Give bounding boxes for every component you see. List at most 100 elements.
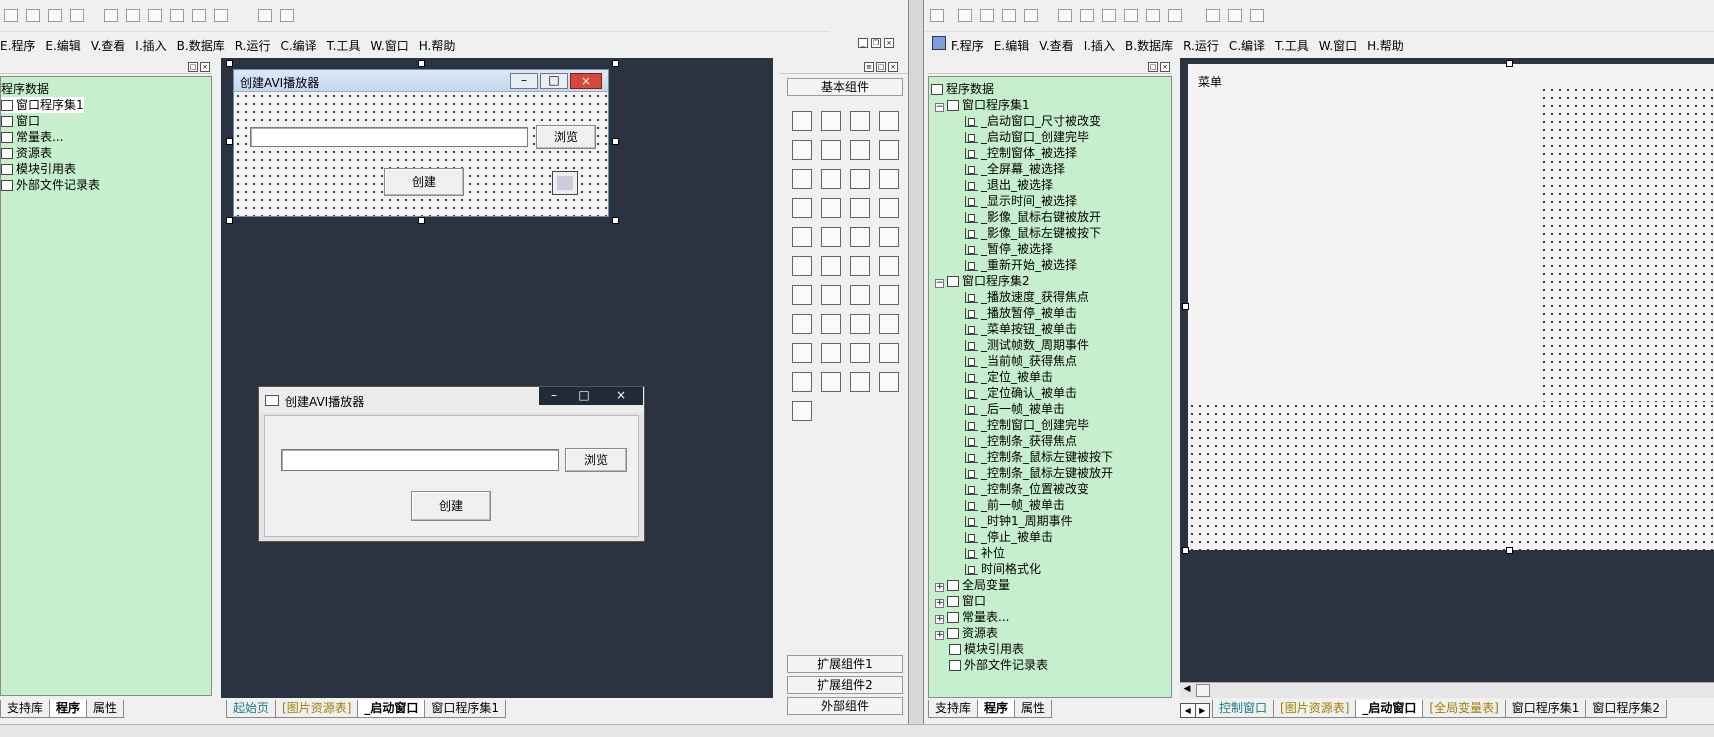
pointer-icon[interactable] bbox=[792, 111, 812, 131]
component-icon[interactable] bbox=[850, 285, 870, 305]
menu-window[interactable]: W.窗口 bbox=[1319, 37, 1357, 54]
component-icon[interactable] bbox=[792, 256, 812, 276]
resize-handle[interactable] bbox=[226, 60, 233, 67]
restore-icon[interactable]: □ bbox=[876, 62, 886, 72]
component-icon[interactable] bbox=[792, 140, 812, 160]
component-icon[interactable] bbox=[879, 111, 899, 131]
resize-handle[interactable] bbox=[418, 217, 425, 224]
pin-icon[interactable]: □ bbox=[188, 62, 198, 72]
toolbar-icon[interactable] bbox=[980, 9, 994, 22]
component-icon[interactable] bbox=[792, 227, 812, 247]
tab-control-window[interactable]: 控制窗口 bbox=[1212, 700, 1275, 718]
maximize-icon[interactable]: □ bbox=[569, 387, 599, 405]
maximize-icon[interactable]: □ bbox=[540, 73, 568, 89]
scroll-left-icon[interactable]: ◀ bbox=[1180, 684, 1194, 697]
component-icon[interactable] bbox=[879, 372, 899, 392]
palette-basic-header[interactable]: 基本组件 bbox=[787, 78, 903, 96]
scroll-left-icon[interactable]: ◀ bbox=[1181, 704, 1196, 717]
tree-item-event[interactable]: _当前帧_获得焦点 bbox=[965, 353, 1077, 369]
component-icon[interactable] bbox=[821, 198, 841, 218]
tree-item-window-set1[interactable]: 窗口程序集1 bbox=[1, 97, 84, 113]
close-icon[interactable]: × bbox=[599, 387, 643, 405]
toolbar-icon[interactable] bbox=[1102, 9, 1116, 22]
menu-view[interactable]: V.查看 bbox=[1039, 37, 1073, 54]
tree-item-module-refs[interactable]: 模块引用表 bbox=[949, 641, 1024, 657]
tree-item-constants[interactable]: + 常量表... bbox=[935, 609, 1009, 625]
resize-handle[interactable] bbox=[226, 138, 233, 145]
toolbar-icon[interactable] bbox=[258, 9, 272, 22]
tab-window-set1[interactable]: 窗口程序集1 bbox=[1504, 700, 1587, 718]
tree-item-event[interactable]: _控制条_位置被改变 bbox=[965, 481, 1089, 497]
menu-database[interactable]: B.数据库 bbox=[1125, 37, 1173, 54]
tree-item-event[interactable]: _菜单按钮_被单击 bbox=[965, 321, 1077, 337]
menu-help[interactable]: H.帮助 bbox=[1367, 37, 1404, 54]
tree-item-window-set1[interactable]: − 窗口程序集1 bbox=[935, 97, 1030, 113]
toolbar-icon[interactable] bbox=[104, 9, 118, 22]
resize-handle[interactable] bbox=[1182, 547, 1189, 554]
palette-group-external[interactable]: 外部组件 bbox=[787, 697, 903, 715]
tree-item-window-set2[interactable]: − 窗口程序集2 bbox=[935, 273, 1030, 289]
close-icon[interactable]: × bbox=[570, 73, 602, 89]
component-icon[interactable] bbox=[879, 314, 899, 334]
menu-database[interactable]: B.数据库 bbox=[177, 37, 225, 54]
minimize-icon[interactable]: – bbox=[510, 73, 538, 89]
menu-insert[interactable]: I.插入 bbox=[1084, 37, 1115, 54]
menu-help[interactable]: H.帮助 bbox=[419, 37, 456, 54]
resize-handle[interactable] bbox=[418, 60, 425, 67]
tree-item-event[interactable]: _影像_鼠标右键被放开 bbox=[965, 209, 1101, 225]
menu-tools[interactable]: T.工具 bbox=[327, 37, 361, 54]
resize-handle[interactable] bbox=[1506, 547, 1513, 554]
component-icon[interactable] bbox=[792, 401, 812, 421]
toolbar-icon[interactable] bbox=[1168, 9, 1182, 22]
component-icon[interactable] bbox=[850, 227, 870, 247]
tree-item-event[interactable]: _测试帧数_周期事件 bbox=[965, 337, 1089, 353]
menu-program[interactable]: E.程序 bbox=[0, 37, 35, 54]
restore-icon[interactable]: ❐ bbox=[871, 38, 881, 48]
expand-icon[interactable]: + bbox=[935, 615, 944, 624]
tab-properties[interactable]: 属性 bbox=[1014, 700, 1053, 718]
close-icon[interactable]: × bbox=[200, 62, 210, 72]
resize-handle[interactable] bbox=[1506, 60, 1513, 67]
component-icon[interactable] bbox=[879, 169, 899, 189]
tree-item-event[interactable]: _定位_被单击 bbox=[965, 369, 1053, 385]
collapse-icon[interactable]: − bbox=[935, 103, 944, 112]
preview-form[interactable]: 创建AVI播放器 – □ × 浏览 创建 bbox=[258, 386, 645, 542]
tab-startup-window[interactable]: _启动窗口 bbox=[357, 700, 426, 718]
tree-item-external-files[interactable]: 外部文件记录表 bbox=[949, 657, 1048, 673]
toolbar-icon[interactable] bbox=[170, 9, 184, 22]
pin-icon[interactable]: □ bbox=[1148, 62, 1158, 72]
menu-insert[interactable]: I.插入 bbox=[135, 37, 166, 54]
toolbar-icon[interactable] bbox=[70, 9, 84, 22]
tree-item-global-vars[interactable]: + 全局变量 bbox=[935, 577, 1010, 593]
menu-icon[interactable]: ≡ bbox=[864, 62, 874, 72]
resize-handle[interactable] bbox=[1182, 303, 1189, 310]
component-icon[interactable] bbox=[879, 285, 899, 305]
component-icon[interactable] bbox=[821, 314, 841, 334]
tree-item-event[interactable]: _显示时间_被选择 bbox=[965, 193, 1077, 209]
component-icon[interactable] bbox=[792, 372, 812, 392]
menu-label[interactable]: 菜单 bbox=[1198, 73, 1222, 90]
minimize-icon[interactable]: _ bbox=[858, 38, 868, 48]
close-icon[interactable]: × bbox=[888, 62, 898, 72]
resize-handle[interactable] bbox=[612, 138, 619, 145]
expand-icon[interactable]: + bbox=[935, 599, 944, 608]
scroll-right-icon[interactable]: ▶ bbox=[1196, 704, 1210, 717]
tree-item-module-refs[interactable]: 模块引用表 bbox=[1, 161, 76, 177]
component-icon[interactable] bbox=[850, 140, 870, 160]
toolbar-icon[interactable] bbox=[192, 9, 206, 22]
tree-item-event[interactable]: _播放速度_获得焦点 bbox=[965, 289, 1089, 305]
component-icon[interactable] bbox=[792, 343, 812, 363]
component-icon[interactable] bbox=[821, 111, 841, 131]
toolbar-icon[interactable] bbox=[26, 9, 40, 22]
component-icon[interactable] bbox=[879, 227, 899, 247]
component-icon[interactable] bbox=[879, 198, 899, 218]
resize-handle[interactable] bbox=[226, 217, 233, 224]
component-icon[interactable] bbox=[792, 198, 812, 218]
tab-window-set2[interactable]: 窗口程序集2 bbox=[1585, 700, 1668, 718]
designer-form[interactable]: 创建AVI播放器 – □ × 浏览 创建 bbox=[233, 69, 609, 217]
tree-item-program-data[interactable]: 程序数据 bbox=[931, 81, 994, 97]
component-icon[interactable] bbox=[850, 256, 870, 276]
component-icon[interactable] bbox=[821, 256, 841, 276]
component-icon[interactable] bbox=[850, 343, 870, 363]
browse-button[interactable]: 浏览 bbox=[565, 448, 627, 472]
